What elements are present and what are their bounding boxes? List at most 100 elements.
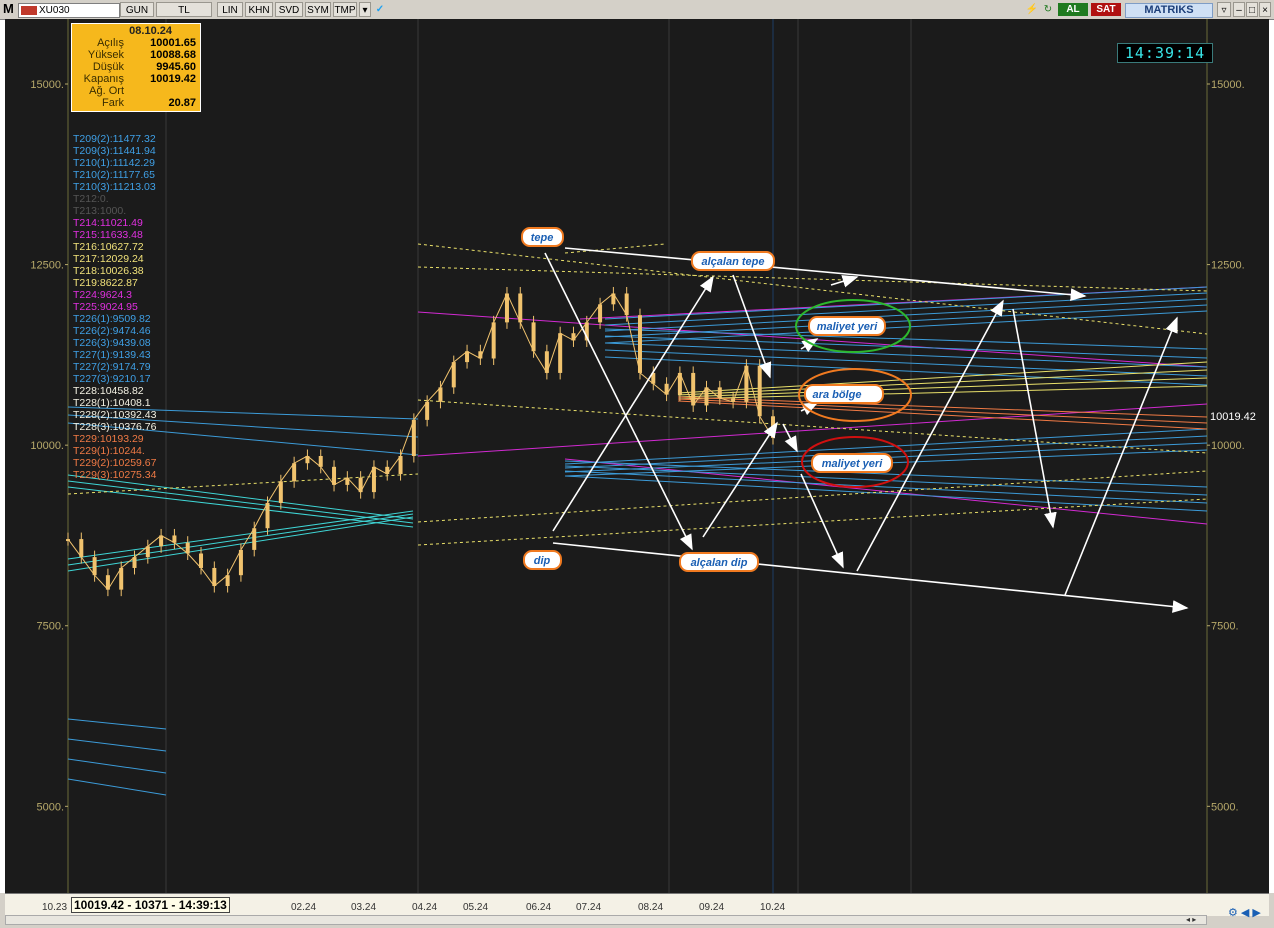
info-row-close: Kapanış 10019.42: [72, 73, 200, 85]
refresh-icon[interactable]: ↻: [1041, 2, 1055, 17]
info-row-avg: Ağ. Ort: [72, 85, 200, 97]
y-tick-label-left: 10000.: [30, 440, 64, 452]
info-value: 10088.68: [150, 49, 196, 61]
annotation-arrow: [702, 421, 778, 538]
candle-body: [292, 463, 297, 482]
candle-body: [238, 549, 243, 576]
fan-line-blue: [67, 758, 167, 774]
minimize-icon[interactable]: –: [1233, 2, 1245, 17]
svd-button[interactable]: SVD: [275, 2, 303, 17]
level-item: T229(3):10275.34: [73, 469, 157, 481]
khn-button[interactable]: KHN: [245, 2, 273, 17]
tmp-button[interactable]: TMP: [333, 2, 357, 17]
twitter-icon[interactable]: ✓: [373, 2, 387, 17]
level-item: T229(1):10244.: [73, 445, 145, 457]
level-item: T227(1):9139.43: [73, 349, 151, 361]
x-tick-label: 03.24: [351, 902, 377, 913]
level-item: T227(2):9174.79: [73, 361, 151, 373]
horizontal-scrollbar[interactable]: [5, 915, 1207, 925]
currency-button[interactable]: TL: [156, 2, 212, 17]
symbol-flag-icon: [21, 6, 37, 15]
y-tick-label-right: 10000.: [1211, 440, 1245, 452]
level-item: T216:10627.72: [73, 241, 144, 253]
label-maliyet-yeri-top: maliyet yeri: [795, 299, 911, 353]
trend-lines-layer: [67, 243, 1208, 796]
y-tick-label-left: 7500.: [36, 621, 64, 633]
x-tick-label: 09.24: [699, 902, 725, 913]
candle-body: [531, 322, 536, 352]
level-item: T228(3):10376.76: [73, 421, 157, 433]
y-tick-label-left: 15000.: [30, 79, 64, 91]
level-item: T227(3):9210.17: [73, 373, 151, 385]
annotation-arrow: [552, 275, 714, 532]
maximize-icon[interactable]: □: [1246, 2, 1258, 17]
level-item: T228(1):10408.1: [73, 397, 151, 409]
nav-icons[interactable]: ⚙ ◀ ▶: [1228, 906, 1261, 919]
info-value: 10019.42: [150, 73, 196, 85]
brand-logo: MATRIKS: [1125, 3, 1213, 18]
annotation-arrow: [830, 275, 859, 288]
symbol-input[interactable]: XU030: [18, 3, 120, 18]
annotation-arrows-layer: [544, 247, 1189, 613]
x-tick-label: 07.24: [576, 902, 602, 913]
info-value: 10001.65: [150, 37, 196, 49]
channel-line-blue: [604, 292, 1208, 326]
info-label: Kapanış: [83, 73, 124, 85]
level-item: T210(3):11213.03: [73, 181, 156, 193]
clock: 14:39:14: [1117, 43, 1213, 63]
close-icon[interactable]: ×: [1259, 2, 1271, 17]
y-tick-label-right: 12500.: [1211, 260, 1245, 272]
label-alcalan-dip-text: alçalan dip: [691, 557, 748, 569]
level-item: T226(3):9439.08: [73, 337, 151, 349]
level-item: T224:9624.3: [73, 289, 132, 301]
level-item: T210(1):11142.29: [73, 157, 155, 169]
info-label: Yüksek: [87, 49, 124, 61]
label-dip: dip: [523, 550, 562, 570]
lightning-icon[interactable]: ⚡: [1025, 2, 1039, 17]
level-item: T213:1000.: [73, 205, 127, 217]
x-tick-label: 10.23: [42, 902, 68, 913]
info-value: 20.87: [168, 97, 196, 109]
annotation-arrow: [564, 247, 1087, 302]
info-value: 9945.60: [156, 61, 196, 73]
channel-line-orange: [677, 400, 1208, 430]
label-ara-bolge: ara bölge: [798, 368, 912, 422]
y-tick-label-left: 12500.: [30, 260, 64, 272]
candle-body: [491, 322, 496, 359]
chart-area[interactable]: 15000. 15000. 12500. 12500. 10000. 10000. 7500…: [5, 19, 1269, 893]
sym-button[interactable]: SYM: [305, 2, 331, 17]
candle-body: [558, 333, 563, 373]
candle-body: [398, 456, 403, 475]
x-tick-label: 08.24: [638, 902, 664, 913]
sell-button[interactable]: SAT: [1091, 3, 1121, 16]
level-item: T209(2):11477.32: [73, 133, 156, 145]
level-item: T228(2):10392.43: [73, 409, 157, 421]
info-row-low: Düşük 9945.60: [72, 61, 200, 73]
level-item: T225:9024.95: [73, 301, 138, 313]
menu-icon[interactable]: ▿: [1217, 2, 1231, 17]
level-item: T212:0.: [73, 193, 109, 205]
info-row-open: Açılış 10001.65: [72, 37, 200, 49]
info-row-high: Yüksek 10088.68: [72, 49, 200, 61]
bottom-bar: 10.23 02.24 03.24 04.24 05.24 06.24 07.24 08.24…: [0, 893, 1274, 928]
period-button[interactable]: GUN: [120, 2, 154, 17]
symbol-text: XU030: [39, 5, 70, 16]
buy-button[interactable]: AL: [1058, 3, 1088, 16]
linear-button[interactable]: LIN: [217, 2, 243, 17]
dashed-level-yellow: [564, 243, 666, 254]
scroll-arrows-icon[interactable]: ◂ ▸: [1186, 915, 1196, 924]
x-tick-label: 04.24: [412, 902, 438, 913]
level-item: T209(3):11441.94: [73, 145, 156, 157]
candle-body: [637, 315, 642, 373]
level-item: T218:10026.38: [73, 265, 144, 277]
candle-body: [411, 419, 416, 456]
dropdown-icon[interactable]: ▾: [359, 2, 371, 17]
annotation-arrow: [782, 423, 798, 453]
label-alcalan-tepe: alçalan tepe: [691, 251, 775, 271]
candle-body: [518, 293, 523, 323]
annotation-arrow: [732, 274, 772, 379]
x-tick-label: 10.24: [760, 902, 786, 913]
annotation-arrow: [1064, 316, 1178, 596]
channel-line-blue: [604, 286, 1208, 320]
level-item: T219:8622.87: [73, 277, 138, 289]
